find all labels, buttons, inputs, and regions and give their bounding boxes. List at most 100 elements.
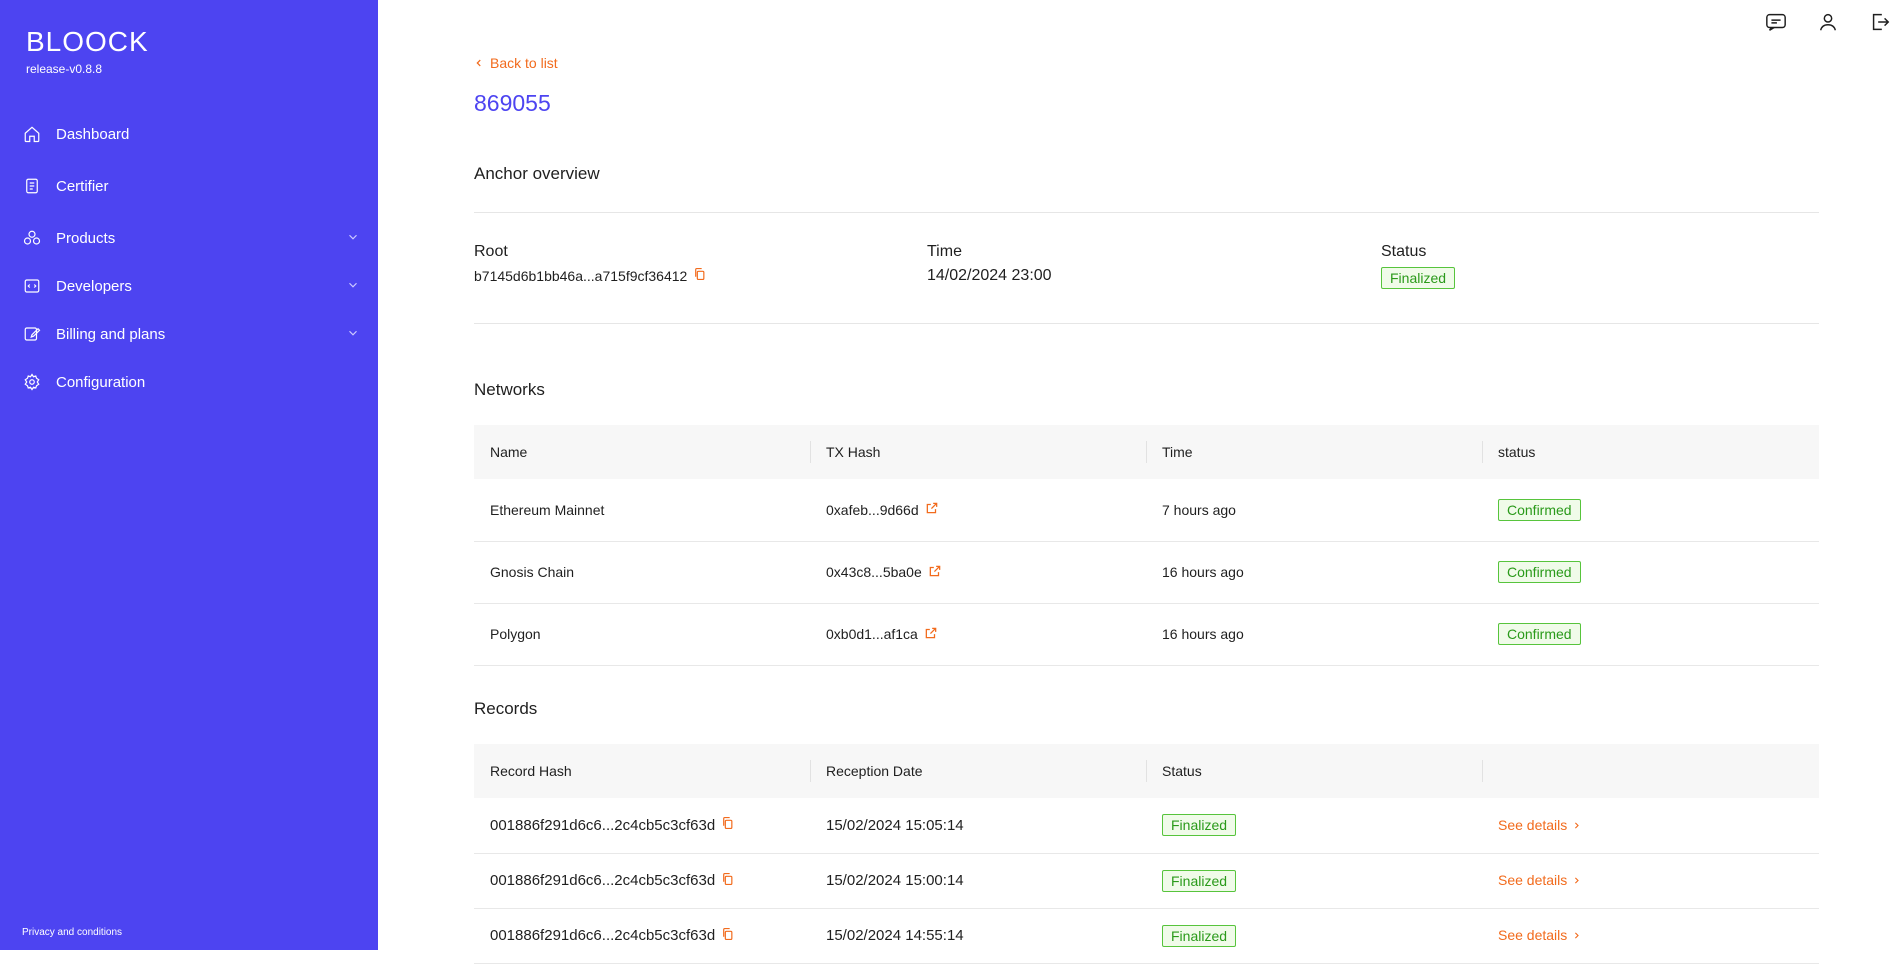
table-row: 001886f291d6c6...2c4cb5c3cf63d 15/02/202…: [474, 853, 1819, 909]
copy-icon[interactable]: [721, 816, 734, 834]
chevron-left-icon: [474, 55, 484, 71]
time-label: Time: [927, 243, 962, 260]
time-field: Time 14/02/2024 23:00: [927, 243, 1052, 285]
records-table: Record Hash Reception Date Status 001886…: [474, 744, 1819, 964]
tx-hash-cell: 0xb0d1...af1ca: [810, 603, 1146, 666]
app-logo[interactable]: BLOOCK: [26, 26, 149, 58]
tx-hash: 0x43c8...5ba0e: [826, 564, 922, 580]
column-header: Name: [474, 425, 810, 479]
topbar-actions: [1764, 10, 1904, 34]
tx-hash: 0xb0d1...af1ca: [826, 626, 918, 642]
table-row: 001886f291d6c6...2c4cb5c3cf63d 15/02/202…: [474, 908, 1819, 964]
table-row: 001886f291d6c6...2c4cb5c3cf63d 15/02/202…: [474, 798, 1819, 854]
action-cell: See details: [1482, 908, 1819, 964]
edit-icon: [22, 324, 42, 344]
divider: [474, 323, 1819, 324]
logout-icon[interactable]: [1868, 10, 1892, 34]
action-cell: See details: [1482, 798, 1819, 854]
tx-hash: 0xafeb...9d66d: [826, 501, 919, 518]
sidebar-item-label: Billing and plans: [56, 325, 166, 343]
network-name: Gnosis Chain: [474, 541, 810, 604]
privacy-link[interactable]: Privacy and conditions: [22, 927, 122, 938]
network-time: 16 hours ago: [1146, 603, 1482, 666]
see-details-link[interactable]: See details: [1498, 927, 1581, 943]
root-field: Root b7145d6b1bb46a...a715f9cf36412: [474, 243, 706, 284]
see-details-label: See details: [1498, 816, 1568, 833]
sidebar-item-label: Dashboard: [56, 125, 130, 143]
status-badge: Confirmed: [1498, 498, 1581, 521]
copy-icon[interactable]: [721, 872, 734, 890]
user-icon[interactable]: [1816, 10, 1840, 34]
sidebar-item-dashboard[interactable]: Dashboard: [0, 110, 378, 158]
reception-date: 15/02/2024 15:00:14: [810, 853, 1146, 909]
divider: [474, 212, 1819, 213]
root-value: b7145d6b1bb46a...a715f9cf36412: [474, 267, 688, 284]
record-hash-cell: 001886f291d6c6...2c4cb5c3cf63d: [474, 908, 810, 964]
sidebar-item-label: Configuration: [56, 373, 146, 391]
external-link-icon[interactable]: [924, 626, 938, 643]
sidebar-nav: Dashboard Certifier Products Developers: [0, 110, 378, 406]
record-hash-cell: 001886f291d6c6...2c4cb5c3cf63d: [474, 798, 810, 854]
tx-hash-cell: 0xafeb...9d66d: [810, 479, 1146, 542]
home-icon: [22, 124, 42, 144]
table-row: Gnosis Chain 0x43c8...5ba0e 16 hours ago…: [474, 541, 1819, 604]
network-time: 16 hours ago: [1146, 541, 1482, 604]
document-icon: [22, 176, 42, 196]
column-header: Reception Date: [810, 744, 1146, 798]
table-header-row: Record Hash Reception Date Status: [474, 744, 1819, 798]
see-details-label: See details: [1498, 872, 1568, 888]
sidebar-item-certifier[interactable]: Certifier: [0, 162, 378, 210]
app-version: release-v0.8.8: [26, 62, 103, 76]
sidebar-item-products[interactable]: Products: [0, 214, 378, 262]
status-badge: Finalized: [1162, 869, 1237, 892]
code-icon: [22, 276, 42, 296]
status-cell: Finalized: [1146, 798, 1482, 854]
time-value: 14/02/2024 23:00: [927, 267, 1052, 284]
records-title: Records: [474, 699, 538, 718]
back-label: Back to list: [490, 55, 558, 71]
record-hash: 001886f291d6c6...2c4cb5c3cf63d: [490, 872, 716, 889]
networks-title: Networks: [474, 380, 545, 399]
chevron-down-icon: [346, 230, 360, 244]
sidebar-item-label: Certifier: [56, 177, 109, 195]
see-details-link[interactable]: See details: [1498, 817, 1581, 833]
status-label: Status: [1381, 243, 1427, 260]
networks-table: Name TX Hash Time status Ethereum Mainne…: [474, 425, 1819, 666]
root-value-row: b7145d6b1bb46a...a715f9cf36412: [474, 267, 706, 284]
status-badge: Finalized: [1381, 267, 1456, 289]
sidebar-item-configuration[interactable]: Configuration: [0, 358, 378, 406]
see-details-link[interactable]: See details: [1498, 872, 1581, 888]
sidebar-item-label: Products: [56, 229, 116, 247]
column-header: status: [1482, 425, 1819, 479]
network-time: 7 hours ago: [1146, 479, 1482, 542]
reception-date: 15/02/2024 14:55:14: [810, 908, 1146, 964]
status-badge: Finalized: [1162, 924, 1237, 947]
table-row: Polygon 0xb0d1...af1ca 16 hours ago Conf…: [474, 603, 1819, 666]
column-header: Record Hash: [474, 744, 810, 798]
network-name: Ethereum Mainnet: [474, 479, 810, 542]
external-link-icon[interactable]: [925, 501, 939, 518]
chevron-right-icon: [1572, 872, 1581, 888]
copy-icon[interactable]: [693, 267, 706, 284]
chat-icon[interactable]: [1764, 10, 1788, 34]
sidebar-item-developers[interactable]: Developers: [0, 262, 378, 310]
status-badge: Confirmed: [1498, 561, 1581, 583]
record-hash-cell: 001886f291d6c6...2c4cb5c3cf63d: [474, 853, 810, 909]
status-field: Status Finalized: [1381, 243, 1456, 289]
sidebar-item-billing[interactable]: Billing and plans: [0, 310, 378, 358]
back-to-list-link[interactable]: Back to list: [474, 55, 558, 71]
external-link-icon[interactable]: [928, 564, 942, 581]
record-hash: 001886f291d6c6...2c4cb5c3cf63d: [490, 816, 716, 834]
sidebar: BLOOCK release-v0.8.8 Dashboard Certifie…: [0, 0, 378, 950]
column-header: [1482, 744, 1819, 798]
chevron-down-icon: [346, 278, 360, 292]
page-title: 869055: [474, 90, 551, 116]
sidebar-item-label: Developers: [56, 277, 132, 295]
chevron-right-icon: [1572, 927, 1581, 943]
copy-icon[interactable]: [721, 927, 734, 945]
chevron-right-icon: [1572, 817, 1581, 833]
anchor-overview-title: Anchor overview: [474, 164, 600, 183]
reception-date: 15/02/2024 15:05:14: [810, 798, 1146, 854]
record-hash: 001886f291d6c6...2c4cb5c3cf63d: [490, 927, 716, 944]
gear-icon: [22, 372, 42, 392]
